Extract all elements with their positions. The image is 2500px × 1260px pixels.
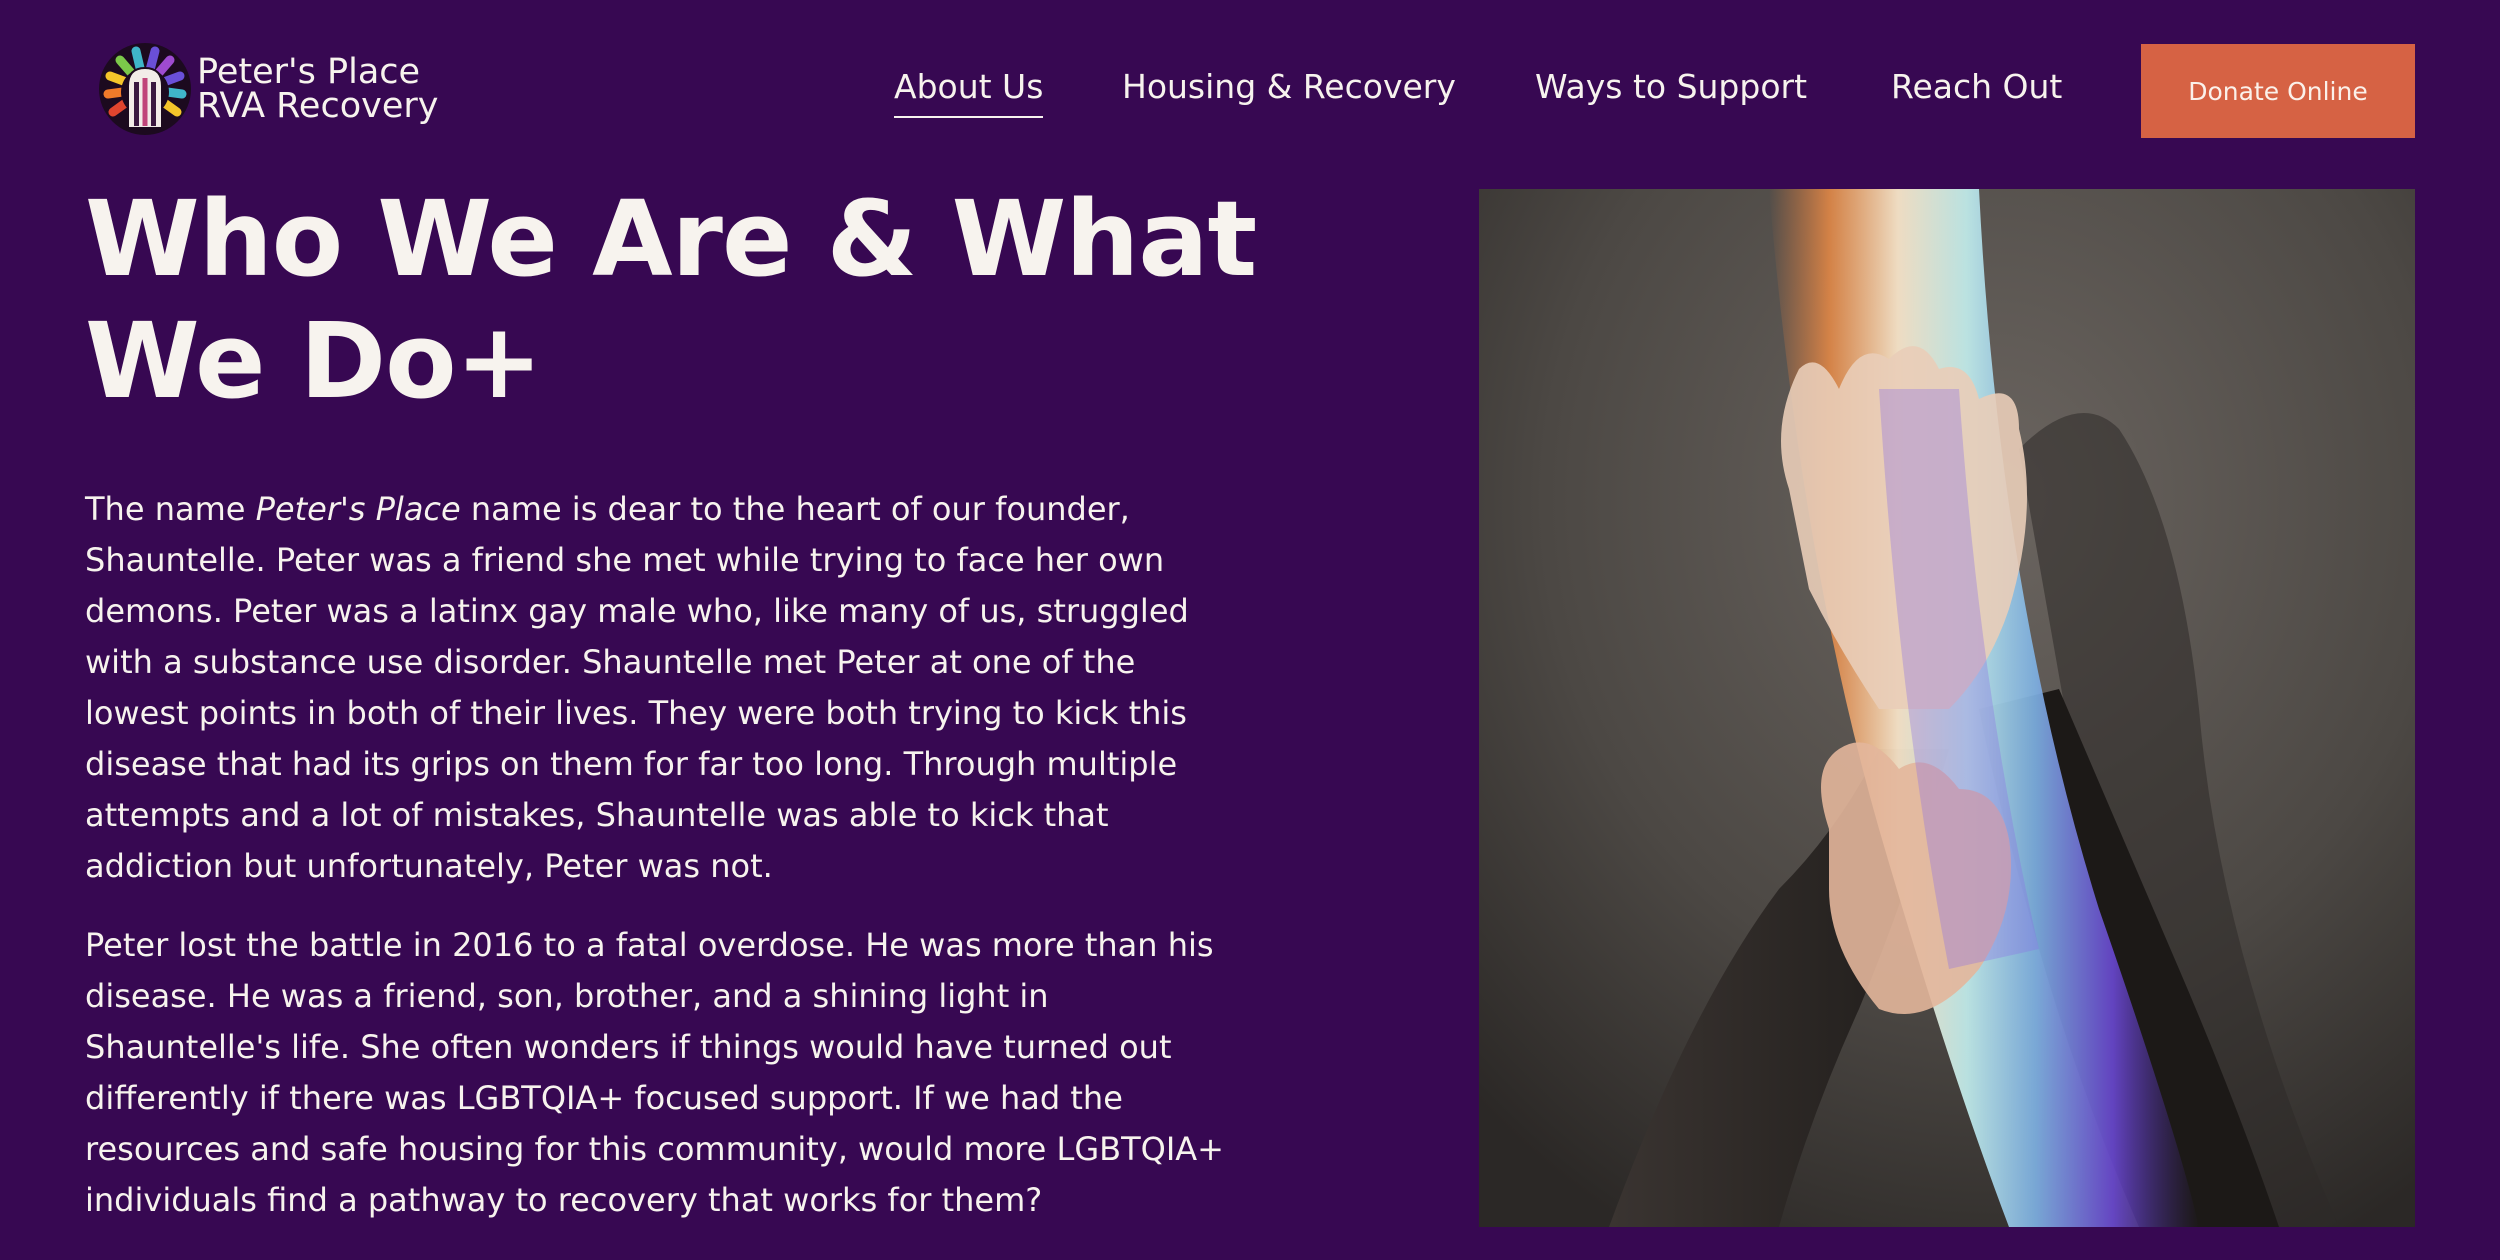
paragraph-1-rest: name is dear to the heart of our founder… [85, 490, 1189, 885]
site-header: Peter's Place RVA Recovery About Us Hous… [0, 0, 2500, 180]
paragraph-1-emphasis: Peter's Place [255, 490, 461, 528]
paragraph-peter-loss: Peter lost the battle in 2016 to a fatal… [85, 926, 1224, 1219]
paragraph-1-lead: The name [85, 490, 256, 528]
page-title-line-2: We Do+ [85, 300, 543, 422]
about-text: The name Peter's Place name is dear to t… [85, 484, 1235, 1254]
nav-about-us[interactable]: About Us [894, 62, 1044, 118]
nav-ways-to-support[interactable]: Ways to Support [1535, 62, 1807, 112]
paragraph-founder-story: The name Peter's Place name is dear to t… [85, 484, 1235, 892]
photo-illustration [1479, 189, 2415, 1227]
page-title-line-1: Who We Are & What [85, 178, 1257, 300]
hands-in-rainbow-light-photo [1479, 189, 2415, 1227]
nav-reach-out[interactable]: Reach Out [1891, 62, 2062, 112]
nav-housing-recovery[interactable]: Housing & Recovery [1122, 62, 1456, 112]
donate-online-button[interactable]: Donate Online [2141, 44, 2415, 138]
page-title: Who We Are & What We Do+ [85, 178, 1315, 422]
main-navigation: About Us Housing & Recovery Ways to Supp… [0, 62, 2500, 118]
